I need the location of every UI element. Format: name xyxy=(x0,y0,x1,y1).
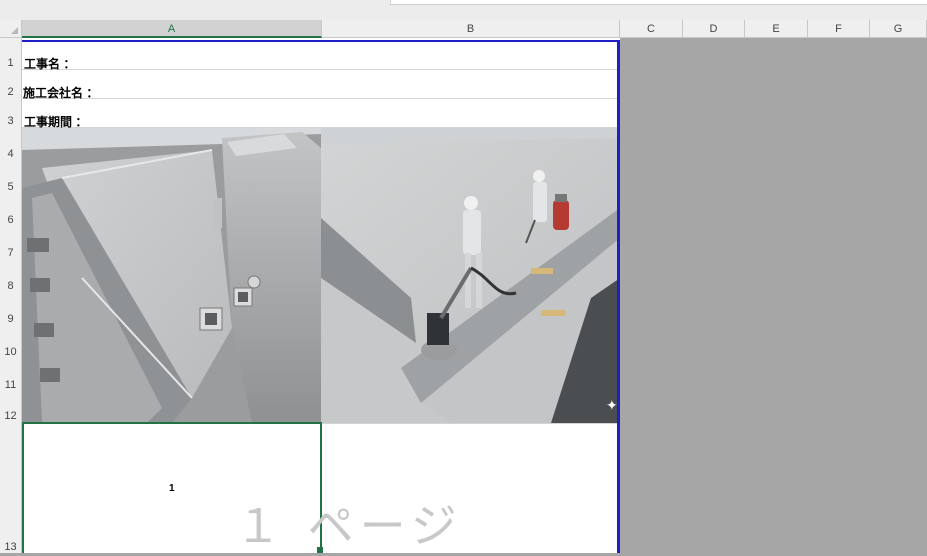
column-header-e[interactable]: E xyxy=(745,20,808,38)
cell-a1-project-name[interactable]: 工事名 ： xyxy=(24,55,75,72)
sparkle-icon: ✦ xyxy=(606,398,618,414)
column-header-d[interactable]: D xyxy=(683,20,745,38)
page-watermark: １ ページ xyxy=(235,499,463,553)
formula-bar xyxy=(0,0,927,20)
row-header-2[interactable]: 2 xyxy=(0,86,21,98)
row-header-4[interactable]: 4 xyxy=(0,148,21,160)
row-header-column: 1 2 3 4 5 6 7 8 9 10 11 12 13 xyxy=(0,38,22,553)
column-header-g[interactable]: G xyxy=(870,20,927,38)
page-number-value: 1 xyxy=(169,483,175,494)
row-header-7[interactable]: 7 xyxy=(0,247,21,259)
row-header-12[interactable]: 12 xyxy=(0,410,21,422)
corner-triangle-icon xyxy=(11,27,18,34)
formula-input[interactable] xyxy=(390,0,927,5)
rooftop-photo-right[interactable]: ✦ xyxy=(321,128,620,423)
row-header-11[interactable]: 11 xyxy=(0,379,21,391)
outside-print-area xyxy=(623,38,927,553)
cell-a2-contractor[interactable]: 施工会社名 ： xyxy=(23,84,98,101)
row-header-6[interactable]: 6 xyxy=(0,214,21,226)
column-header-a[interactable]: A xyxy=(22,20,322,38)
row-header-10[interactable]: 10 xyxy=(0,346,21,358)
row-gridline xyxy=(22,69,620,70)
column-header-b[interactable]: B xyxy=(322,20,620,38)
column-header-f[interactable]: F xyxy=(808,20,870,38)
select-all-corner[interactable] xyxy=(0,20,22,38)
row-header-5[interactable]: 5 xyxy=(0,181,21,193)
column-header-c[interactable]: C xyxy=(620,20,683,38)
row-header-3[interactable]: 3 xyxy=(0,115,21,127)
row-header-13[interactable]: 13 xyxy=(0,541,21,553)
rooftop-photo-left[interactable] xyxy=(22,128,321,423)
row-header-1[interactable]: 1 xyxy=(0,57,21,69)
row-header-9[interactable]: 9 xyxy=(0,313,21,325)
row-header-8[interactable]: 8 xyxy=(0,280,21,292)
row-gridline xyxy=(22,98,620,99)
